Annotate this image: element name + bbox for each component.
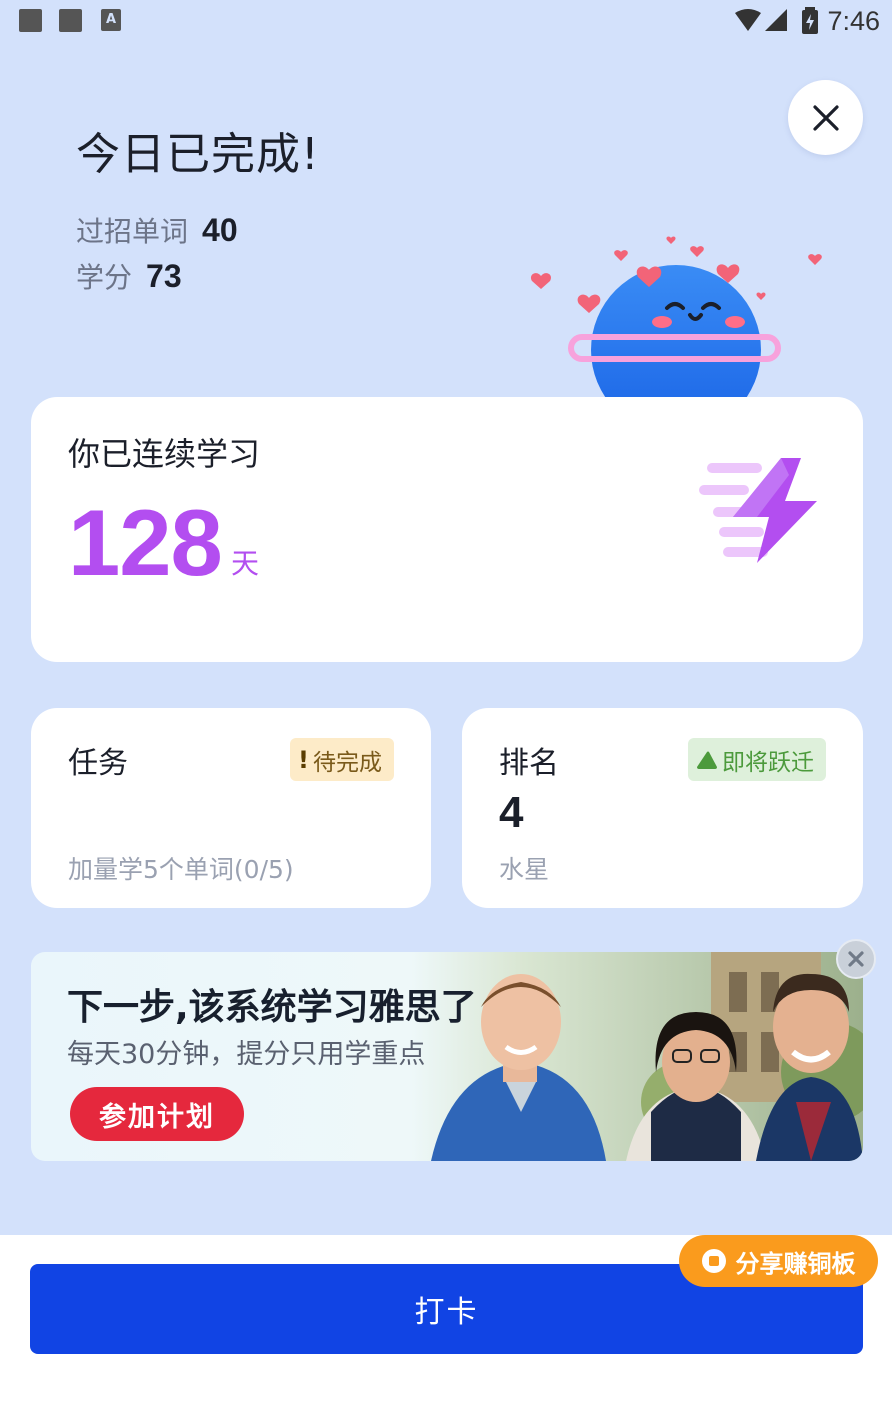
planet-mascot-icon (530, 236, 822, 400)
pending-badge: ! 待完成 (290, 738, 394, 781)
words-value: 40 (202, 212, 238, 248)
streak-days: 128 (68, 490, 223, 595)
coin-icon (701, 1249, 726, 1273)
banner-subtitle: 每天30分钟，提分只用学重点 (67, 1039, 426, 1070)
task-detail: 加量学5个单词(0/5) (68, 855, 294, 884)
banner-title: 下一步,该系统学习雅思了 (67, 987, 477, 1028)
streak-label: 你已连续学习 (68, 435, 261, 473)
lightning-icon (699, 458, 817, 563)
page-title: 今日已完成! (76, 129, 320, 180)
banner-close-button[interactable] (836, 939, 876, 979)
students-photo (411, 952, 863, 1161)
task-card[interactable]: 任务 ! 待完成 加量学5个单词(0/5) (31, 708, 431, 908)
clock: 7:46 (827, 5, 880, 36)
rise-badge-label: 即将跃迁 (722, 749, 814, 776)
streak-unit: 天 (231, 547, 260, 580)
join-plan-button[interactable]: 参加计划 (70, 1087, 244, 1141)
status-bar: A 7:46 (0, 0, 892, 42)
close-icon (812, 104, 839, 131)
credits-value: 73 (146, 258, 182, 294)
share-label: 分享赚铜板 (735, 1249, 856, 1278)
words-label: 过招单词 (76, 215, 189, 248)
words-stat: 过招单词 40 (76, 210, 238, 250)
alert-icon: ! (298, 745, 309, 774)
triangle-up-icon (697, 751, 717, 769)
rank-value: 4 (499, 788, 524, 837)
rank-card[interactable]: 排名 即将跃迁 4 水星 (462, 708, 863, 908)
notification-icon (59, 9, 82, 32)
streak-card: 你已连续学习 128 天 (31, 397, 863, 662)
share-button[interactable]: 分享赚铜板 (679, 1235, 878, 1287)
credits-stat: 学分 73 (76, 256, 182, 296)
notification-icon (19, 9, 42, 32)
close-button[interactable] (788, 80, 863, 155)
rise-badge: 即将跃迁 (688, 738, 826, 781)
rank-planet: 水星 (499, 855, 550, 884)
task-title: 任务 (68, 746, 128, 781)
ielts-banner[interactable]: 下一步,该系统学习雅思了 每天30分钟，提分只用学重点 参加计划 (31, 952, 863, 1161)
battery-icon (802, 7, 819, 34)
credits-label: 学分 (76, 261, 133, 294)
close-icon (848, 951, 864, 967)
rank-title: 排名 (499, 746, 559, 781)
pending-badge-label: 待完成 (313, 749, 382, 776)
signal-icon (735, 9, 788, 31)
accessibility-icon: A (101, 9, 121, 31)
